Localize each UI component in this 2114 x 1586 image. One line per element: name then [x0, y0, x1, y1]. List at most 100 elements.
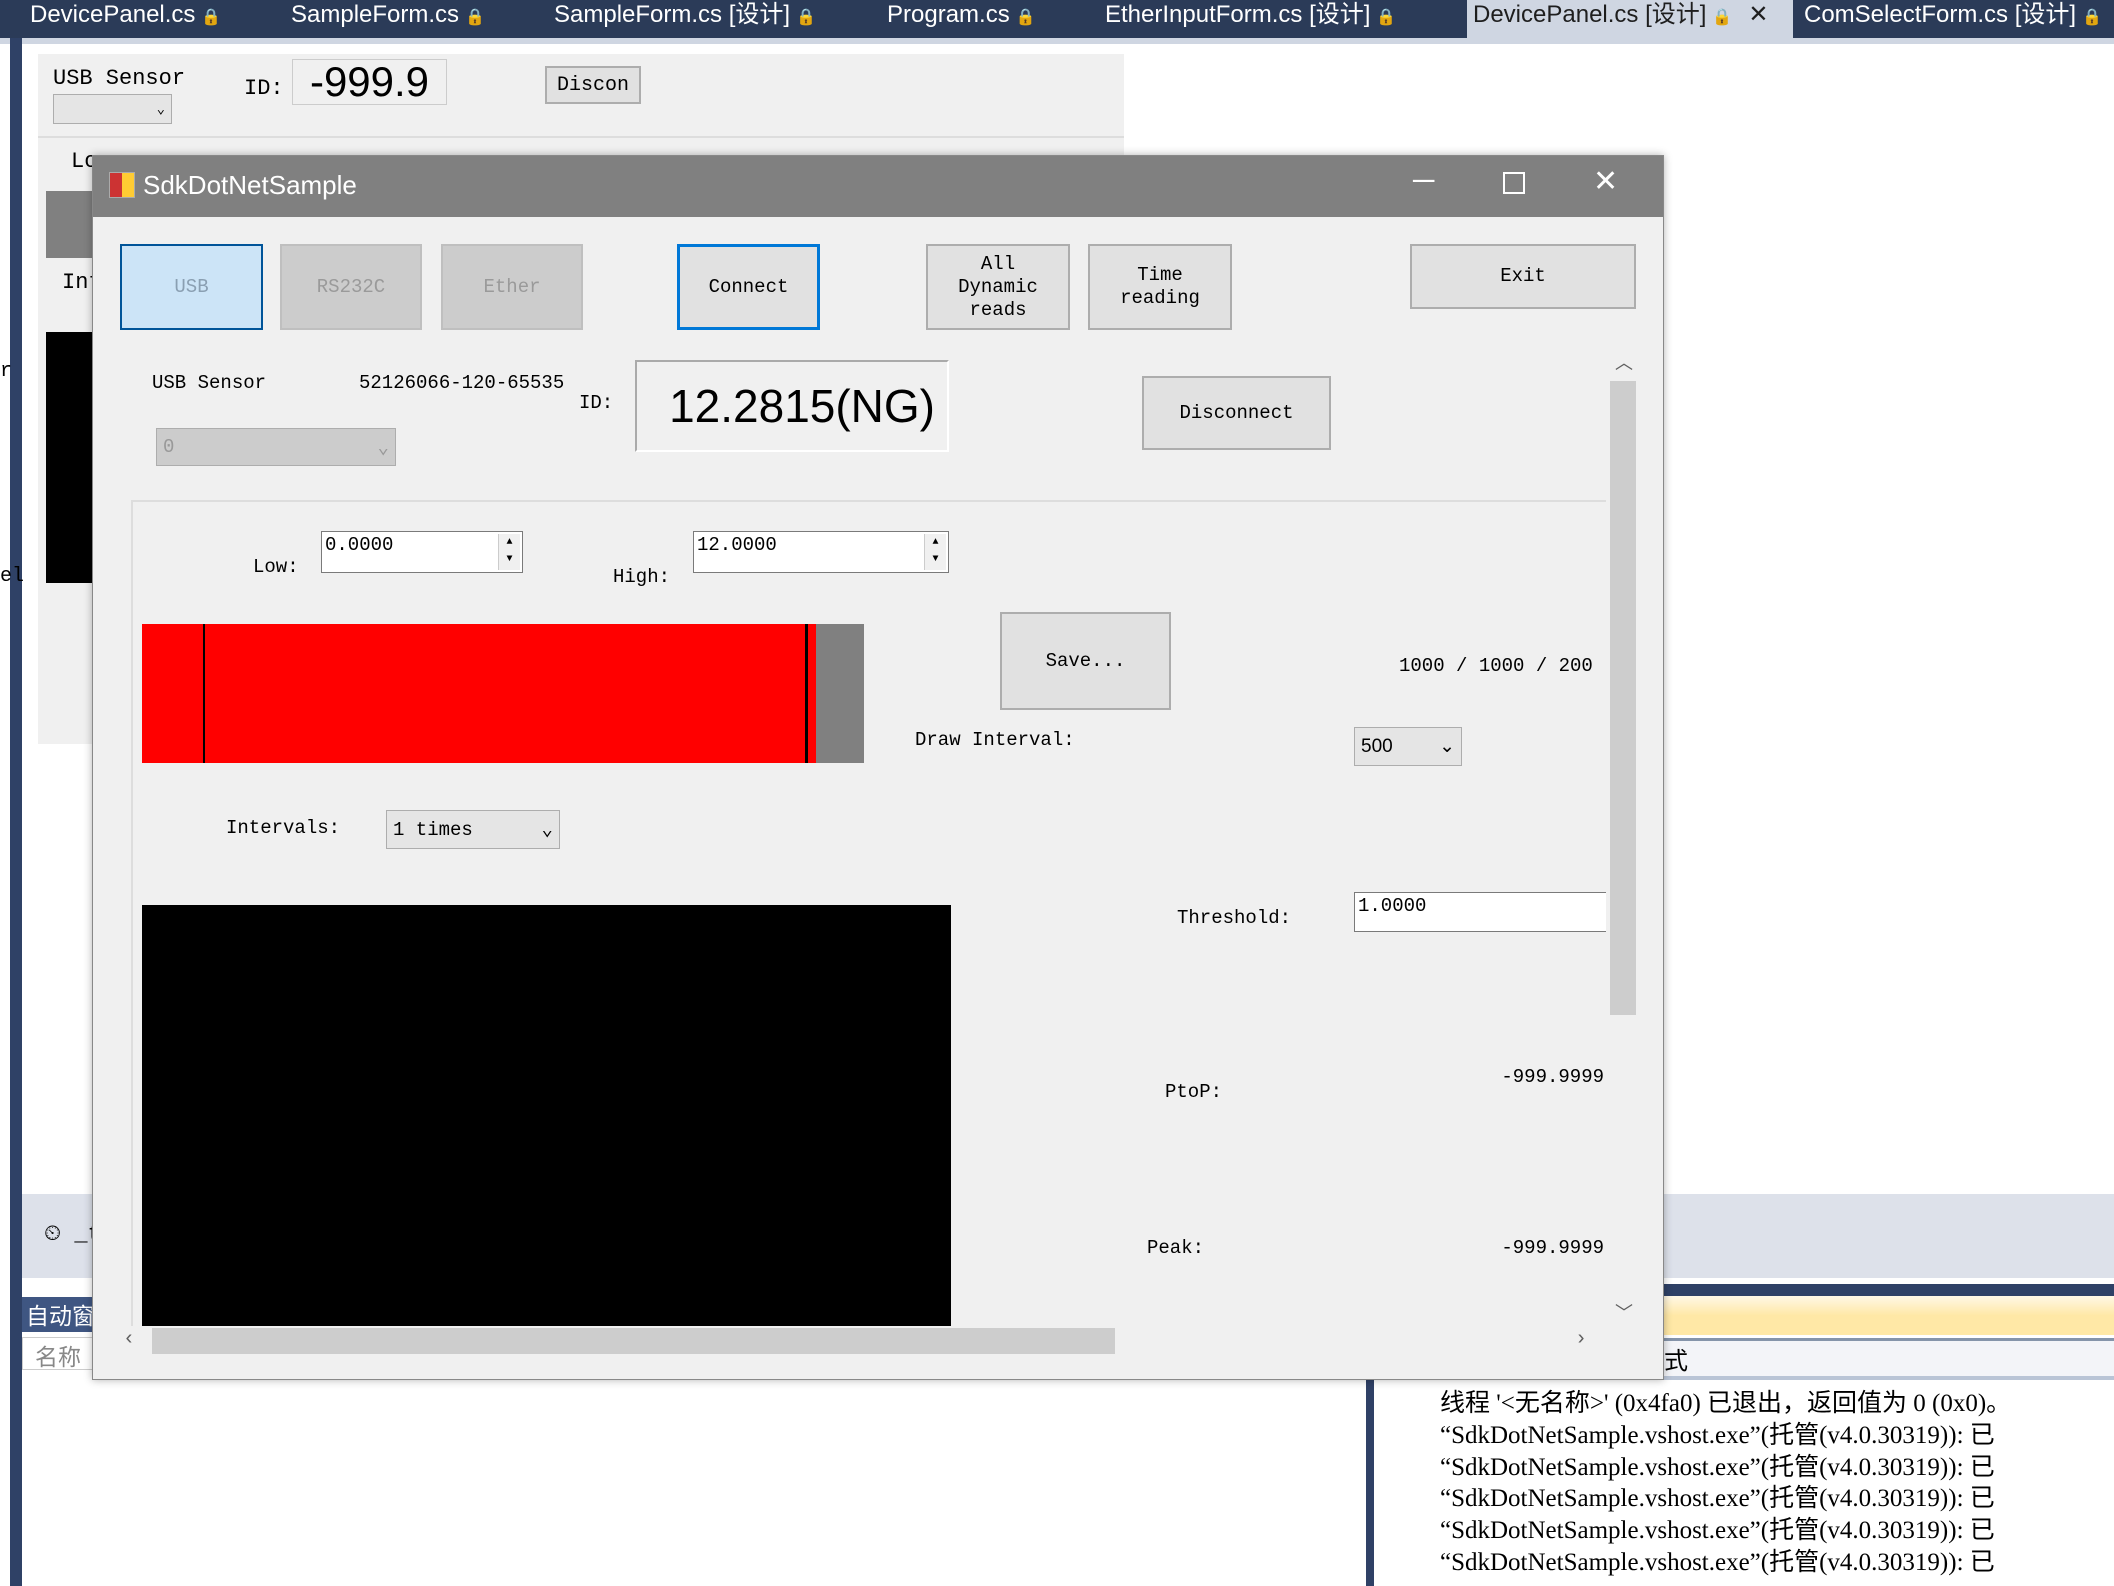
designer-sensor-combo[interactable]: ⌄	[53, 94, 172, 124]
tab-underline	[0, 38, 2114, 44]
output-toolbar: 式	[1664, 1338, 2114, 1380]
output-header-bar	[1664, 1284, 2114, 1296]
tab-label: DevicePanel.cs [设计]	[1473, 1, 1707, 28]
spin-arrows-icon[interactable]: ▲ ▼	[498, 534, 520, 570]
high-value: 12.0000	[697, 534, 777, 556]
tab-label: Program.cs	[887, 1, 1010, 28]
vertical-scroll-thumb[interactable]	[1610, 381, 1636, 1015]
peak-value: -999.9999	[1501, 1237, 1604, 1259]
lock-icon: 🔒	[796, 9, 816, 26]
output-line: “SdkDotNetSample.vshost.exe”(托管(v4.0.303…	[1440, 1485, 1995, 1512]
tab-label: SampleForm.cs	[291, 1, 460, 28]
autos-column-name[interactable]: 名称	[22, 1337, 102, 1372]
tab-program-cs[interactable]: Program.cs 🔒	[881, 0, 1042, 38]
tab-comselectform-design[interactable]: ComSelectForm.cs [设计] 🔒	[1798, 0, 2108, 38]
draw-interval-select[interactable]: 500 ⌄	[1354, 727, 1462, 766]
connect-button[interactable]: Connect	[677, 244, 820, 330]
scroll-right-icon[interactable]: ›	[1575, 1328, 1587, 1351]
left-dock-bar	[10, 38, 22, 1586]
chevron-down-icon: ⌄	[1439, 736, 1455, 757]
exit-button[interactable]: Exit	[1410, 244, 1636, 309]
divider	[38, 136, 1124, 138]
draw-interval-value: 500	[1361, 735, 1393, 757]
designer-disconnect-button[interactable]: Discon	[545, 66, 641, 104]
sensor-serial: 52126066-120-65535	[359, 372, 565, 394]
left-fragment: r	[0, 360, 13, 383]
usb-button[interactable]: USB	[120, 244, 263, 330]
low-input[interactable]: 0.0000 ▲ ▼	[321, 531, 523, 573]
level-bar-fill	[142, 624, 816, 763]
scroll-down-icon[interactable]: ﹀	[1615, 1299, 1633, 1325]
output-tab-strip	[1664, 1296, 2114, 1335]
output-left-border	[1366, 1380, 1374, 1586]
lock-icon: 🔒	[201, 9, 222, 26]
low-value: 0.0000	[325, 534, 394, 556]
intervals-label: Intervals:	[226, 817, 341, 839]
high-marker	[805, 624, 808, 763]
waveform-chart	[142, 905, 951, 1326]
tab-etherinputform-design[interactable]: EtherInputForm.cs [设计] 🔒	[1099, 0, 1402, 38]
rs232c-button[interactable]: RS232C	[280, 244, 422, 330]
threshold-label: Threshold:	[1177, 907, 1292, 929]
scroll-up-icon[interactable]: ︿	[1615, 349, 1633, 375]
maximize-icon[interactable]	[1503, 172, 1525, 194]
autos-window-title[interactable]: 自动窗	[22, 1297, 102, 1332]
tab-devicepanel-cs[interactable]: DevicePanel.cs 🔒	[24, 0, 227, 38]
sensor-select[interactable]: 0 ⌄	[156, 428, 396, 466]
id-label: ID:	[579, 392, 614, 414]
output-line: “SdkDotNetSample.vshost.exe”(托管(v4.0.303…	[1440, 1422, 1995, 1449]
level-bar	[142, 624, 864, 763]
threshold-input[interactable]: 1.0000	[1354, 892, 1606, 932]
chevron-down-icon: ⌄	[541, 819, 553, 841]
high-input[interactable]: 12.0000 ▲ ▼	[693, 531, 949, 573]
all-dynamic-reads-button[interactable]: All Dynamic reads	[926, 244, 1070, 330]
sdk-sample-window: SdkDotNetSample ─ ✕ USB RS232C Ether Con…	[92, 155, 1664, 1380]
left-fragment: el	[0, 565, 25, 588]
chevron-down-icon: ⌄	[377, 436, 389, 459]
close-tab-icon[interactable]: ✕	[1748, 1, 1768, 28]
minimize-icon[interactable]: ─	[1413, 164, 1434, 198]
close-icon[interactable]: ✕	[1593, 164, 1618, 199]
output-line: “SdkDotNetSample.vshost.exe”(托管(v4.0.303…	[1440, 1517, 1995, 1544]
horizontal-scrollbar[interactable]: ‹ ›	[93, 1326, 1608, 1356]
ether-button[interactable]: Ether	[441, 244, 583, 330]
ptop-label: PtoP:	[1165, 1081, 1223, 1103]
save-button[interactable]: Save...	[1000, 612, 1171, 710]
scroll-left-icon[interactable]: ‹	[123, 1328, 135, 1351]
time-reading-button[interactable]: Time reading	[1088, 244, 1232, 330]
low-marker	[203, 624, 205, 763]
disconnect-button[interactable]: Disconnect	[1142, 376, 1331, 450]
peak-label: Peak:	[1147, 1237, 1205, 1259]
tab-label: ComSelectForm.cs [设计]	[1804, 1, 2077, 28]
lock-icon: 🔒	[2082, 9, 2102, 26]
tab-label: EtherInputForm.cs [设计]	[1105, 1, 1371, 28]
intervals-select[interactable]: 1 times ⌄	[386, 810, 560, 849]
output-toolbar-label: 式	[1664, 1350, 1688, 1377]
timer-icon: ⏲	[44, 1222, 62, 1247]
low-label: Low:	[253, 556, 299, 578]
ptop-value: -999.9999	[1501, 1066, 1604, 1088]
measurement-display: 12.2815(NG)	[635, 360, 949, 452]
app-icon	[109, 172, 135, 198]
window-titlebar[interactable]: SdkDotNetSample ─ ✕	[93, 156, 1663, 217]
usb-sensor-label: USB Sensor	[152, 372, 267, 394]
intervals-value: 1 times	[393, 818, 473, 841]
output-line: “SdkDotNetSample.vshost.exe”(托管(v4.0.303…	[1440, 1549, 1995, 1576]
output-line: 线程 '<无名称>' (0x4fa0) 已退出，返回值为 0 (0x0)。	[1440, 1390, 2012, 1417]
spin-arrows-icon[interactable]: ▲ ▼	[924, 534, 946, 570]
tab-sampleform-cs[interactable]: SampleForm.cs 🔒	[285, 0, 491, 38]
horizontal-scroll-thumb[interactable]	[152, 1328, 1115, 1354]
tab-devicepanel-design[interactable]: DevicePanel.cs [设计] 🔒 ✕	[1467, 0, 1793, 38]
tab-label: SampleForm.cs [设计]	[554, 1, 791, 28]
scroll-content: USB Sensor 52126066-120-65535 ID: 12.281…	[93, 349, 1606, 1326]
lock-icon: 🔒	[1015, 9, 1036, 26]
lock-icon: 🔒	[1712, 9, 1733, 26]
document-tab-bar: DevicePanel.cs 🔒 SampleForm.cs 🔒 SampleFor…	[0, 0, 2114, 38]
window-title: SdkDotNetSample	[143, 170, 357, 200]
counts-readout: 1000 / 1000 / 200	[1399, 655, 1593, 677]
vertical-scrollbar[interactable]: ︿ ﹀	[1608, 349, 1638, 1326]
designer-id-label: ID:	[244, 76, 284, 101]
tab-sampleform-design[interactable]: SampleForm.cs [设计] 🔒	[548, 0, 822, 38]
sensor-select-value: 0	[163, 436, 175, 458]
designer-value-display: -999.9	[292, 59, 447, 105]
